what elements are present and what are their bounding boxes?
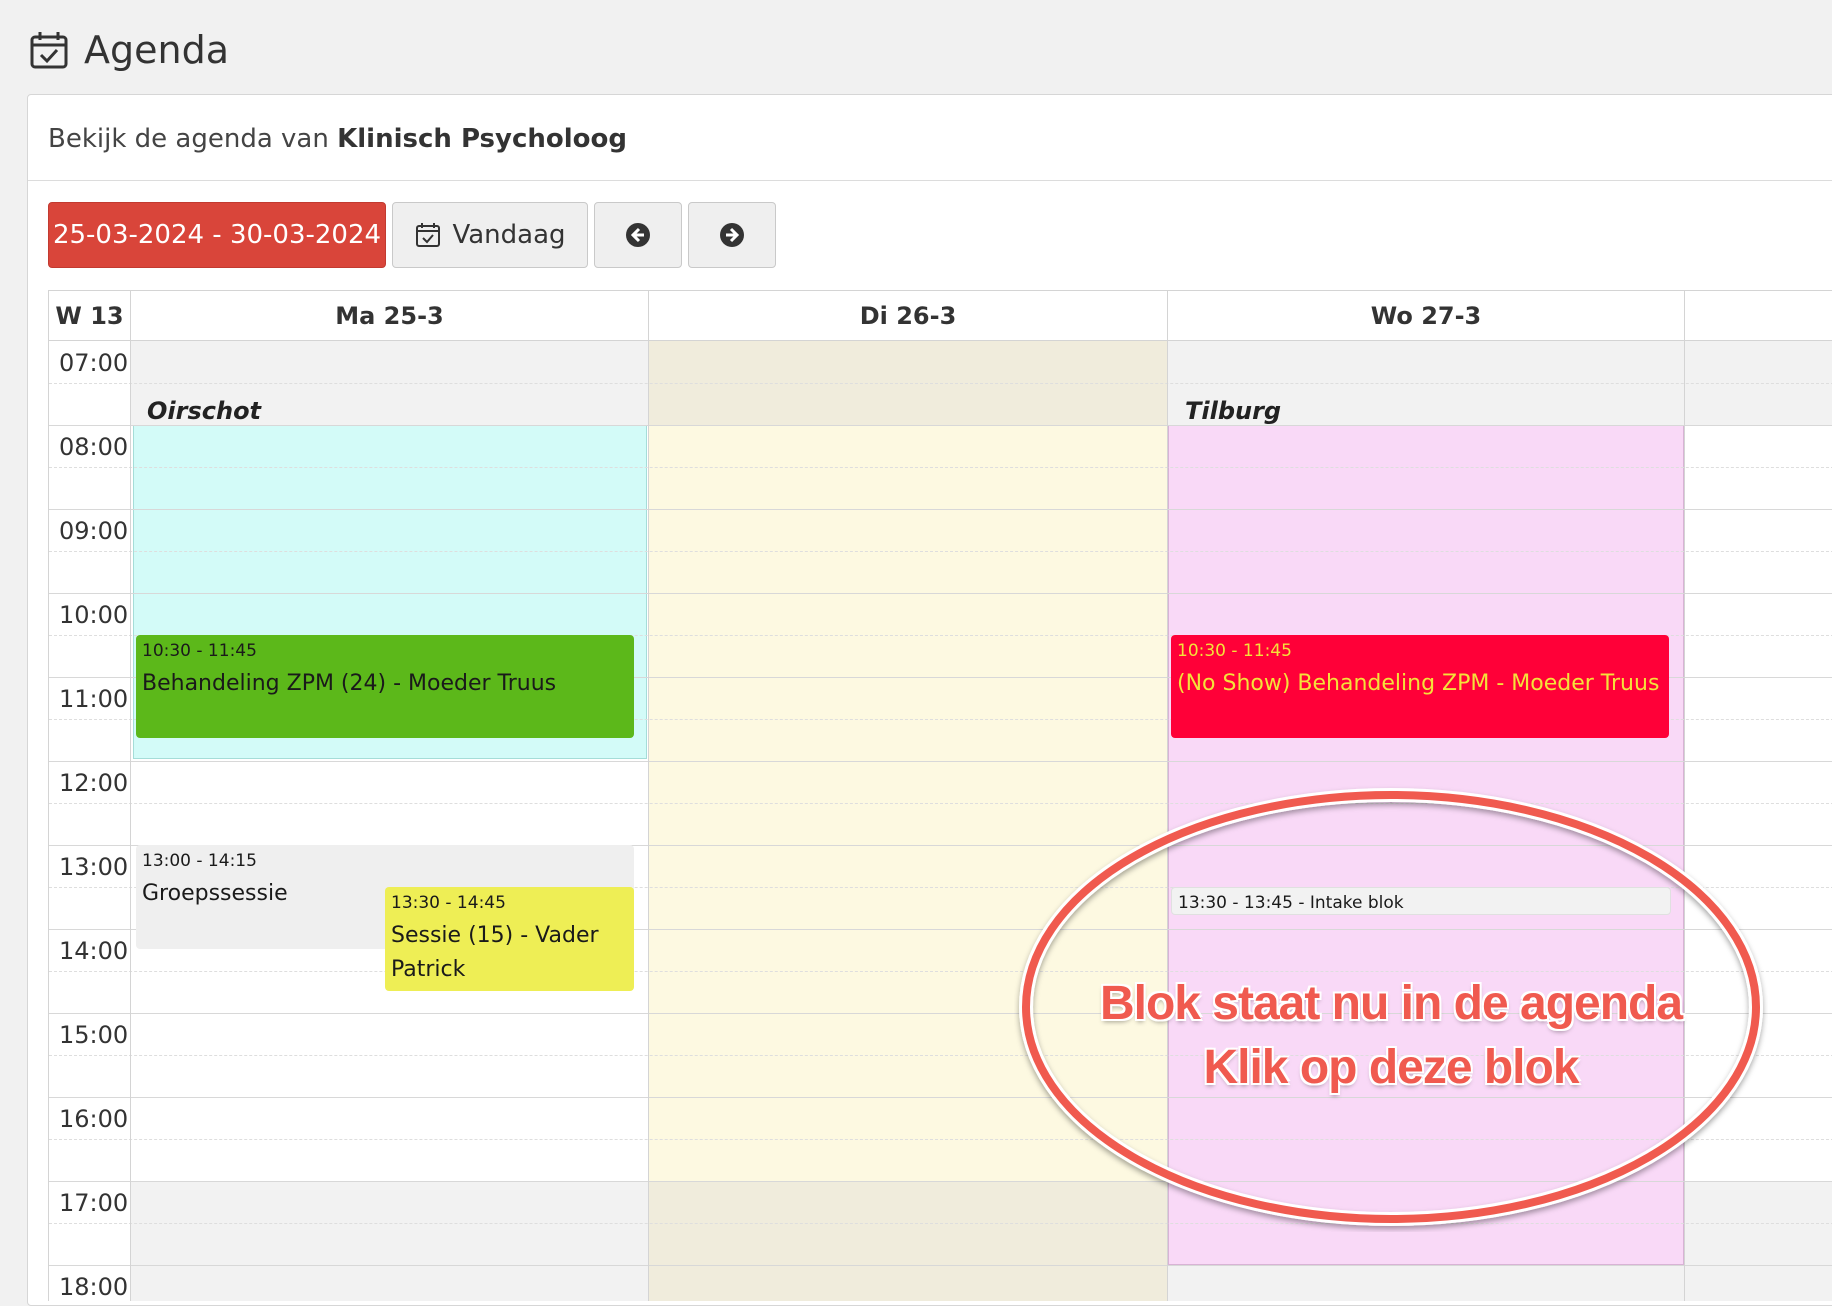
time-label: 17:00 [59, 1189, 129, 1217]
annotation-text: Blok staat nu in de agenda Klik op deze … [1014, 972, 1768, 1100]
panel-divider [28, 180, 1832, 181]
time-label: 07:00 [59, 349, 129, 377]
time-label: 13:00 [59, 853, 129, 881]
today-button[interactable]: Vandaag [392, 202, 588, 268]
annotation-line-2: Klik op deze blok [1203, 1041, 1579, 1094]
time-label: 15:00 [59, 1021, 129, 1049]
time-label: 11:00 [59, 685, 129, 713]
week-number: W 13 [49, 291, 131, 341]
time-gutter [49, 341, 131, 1301]
time-label: 18:00 [59, 1273, 129, 1301]
page-title-text: Agenda [84, 28, 229, 72]
hour-line [49, 1265, 1832, 1266]
agenda-subtitle: Bekijk de agenda van Klinisch Psycholoog [48, 124, 627, 154]
arrow-right-circle-icon [720, 223, 744, 247]
day-header-next [1685, 291, 1832, 341]
event-time: 10:30 - 11:45 [142, 641, 257, 661]
calendar-check-icon [416, 223, 441, 247]
event-time: 13:30 - 14:45 [391, 893, 506, 913]
hour-line [49, 593, 1832, 594]
day-header-tuesday[interactable]: Di 26-3 [649, 291, 1168, 341]
hour-line [49, 425, 1832, 426]
event-time: 13:00 - 14:15 [142, 851, 257, 871]
day-header-monday[interactable]: Ma 25-3 [131, 291, 649, 341]
event-sessie-monday[interactable]: 13:30 - 14:45 Sessie (15) - Vader Patric… [385, 887, 634, 991]
date-range-label: 25-03-2024 - 30-03-2024 [52, 220, 382, 250]
hour-line [49, 509, 1832, 510]
half-hour-line [49, 467, 1832, 468]
today-label: Vandaag [452, 220, 566, 250]
subtitle-prefix: Bekijk de agenda van [48, 124, 329, 154]
location-label-wednesday: Tilburg [1185, 397, 1282, 425]
next-week-button[interactable] [688, 202, 776, 268]
time-label: 10:00 [59, 601, 129, 629]
location-label-monday: Oirschot [147, 397, 262, 425]
half-hour-line [49, 383, 1832, 384]
time-label: 09:00 [59, 517, 129, 545]
event-time: 10:30 - 11:45 [1177, 641, 1292, 661]
previous-week-button[interactable] [594, 202, 682, 268]
page-title: Agenda [28, 22, 229, 78]
column-line [130, 291, 131, 1301]
event-title: Behandeling ZPM (24) - Moeder Truus [142, 671, 557, 696]
column-line [648, 291, 649, 1301]
day-header-wednesday[interactable]: Wo 27-3 [1168, 291, 1685, 341]
event-title: Sessie (15) - Vader Patrick [391, 923, 599, 982]
practitioner-name: Klinisch Psycholoog [337, 124, 628, 154]
arrow-left-circle-icon [626, 223, 650, 247]
time-label: 12:00 [59, 769, 129, 797]
half-hour-line [49, 551, 1832, 552]
event-title: (No Show) Behandeling ZPM - Moeder Truus [1177, 671, 1660, 696]
time-label: 14:00 [59, 937, 129, 965]
time-label: 16:00 [59, 1105, 129, 1133]
date-range-button[interactable]: 25-03-2024 - 30-03-2024 [48, 202, 386, 268]
event-behandeling-monday[interactable]: 10:30 - 11:45 Behandeling ZPM (24) - Moe… [136, 635, 634, 738]
time-label: 08:00 [59, 433, 129, 461]
calendar-check-icon [30, 32, 68, 69]
hour-line [49, 761, 1832, 762]
annotation-line-1: Blok staat nu in de agenda [1099, 977, 1683, 1030]
event-no-show-wednesday[interactable]: 10:30 - 11:45 (No Show) Behandeling ZPM … [1171, 635, 1669, 738]
